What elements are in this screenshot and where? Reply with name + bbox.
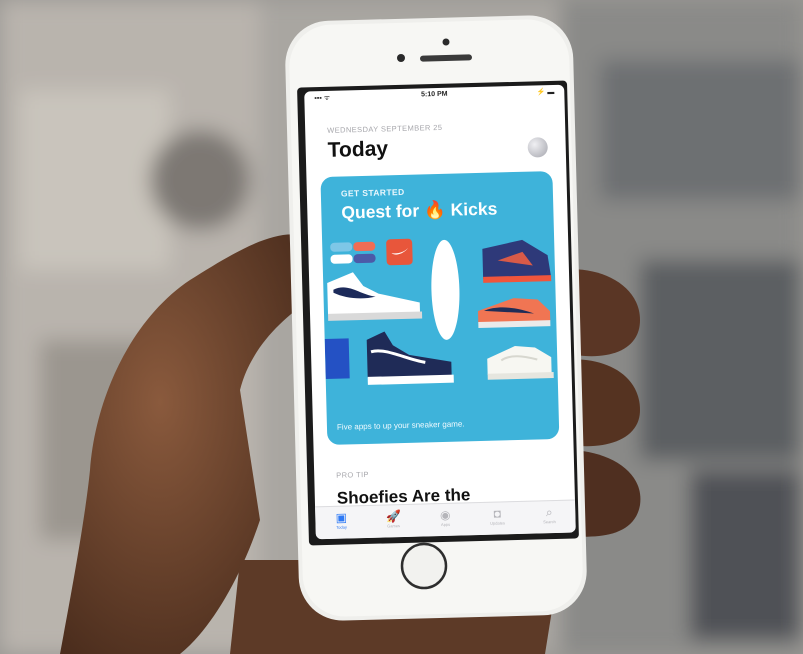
next-story-eyebrow: PRO TIP xyxy=(336,469,370,480)
tab-today-label: Today xyxy=(336,524,348,530)
app-icon-stickers xyxy=(330,241,376,264)
tab-apps[interactable]: ◉ Apps xyxy=(430,508,461,533)
tab-today[interactable]: ▣ Today xyxy=(326,510,357,535)
nike-box-icon xyxy=(386,238,413,266)
card-eyebrow: GET STARTED xyxy=(340,186,405,199)
sneaker-illustration xyxy=(324,238,554,385)
battery-icon: ⚡ ▬ xyxy=(536,88,555,97)
updates-icon: ◘ xyxy=(493,506,502,521)
card-caption: Five apps to up your sneaker game. xyxy=(336,419,465,432)
tab-games[interactable]: 🚀 Games xyxy=(378,509,409,534)
featured-story-card[interactable]: GET STARTED Quest for 🔥 Kicks Five apps … xyxy=(320,171,560,445)
sneaker-checkered-high xyxy=(366,331,454,385)
blue-sticker xyxy=(324,338,350,380)
phone-screen: ▪▪▪ ᯤ 5:10 PM ⚡ ▬ WEDNESDAY SEPTEMBER 25… xyxy=(304,84,576,540)
card-title-start: Quest for xyxy=(341,200,425,223)
tab-search-label: Search xyxy=(543,519,556,525)
status-time: 5:10 PM xyxy=(420,90,448,99)
apps-icon: ◉ xyxy=(439,507,451,523)
tab-search[interactable]: ⌕ Search xyxy=(534,505,565,530)
card-title: Quest for 🔥 Kicks xyxy=(341,198,498,223)
page-title: Today xyxy=(327,137,389,162)
tab-apps-label: Apps xyxy=(440,521,451,528)
search-icon: ⌕ xyxy=(545,505,553,520)
card-title-end: Kicks xyxy=(445,198,498,220)
tab-updates-label: Updates xyxy=(490,520,506,526)
tab-games-label: Games xyxy=(387,523,401,529)
insole-shape xyxy=(431,239,460,340)
sneaker-high-top-white xyxy=(327,272,423,321)
tab-updates[interactable]: ◘ Updates xyxy=(482,506,513,531)
fire-icon: 🔥 xyxy=(423,199,447,221)
sneaker-orange-low xyxy=(477,298,551,328)
games-icon: 🚀 xyxy=(385,509,401,524)
today-icon: ▣ xyxy=(335,510,348,525)
date-label: WEDNESDAY SEPTEMBER 25 xyxy=(327,122,443,135)
tab-bar: ▣ Today 🚀 Games ◉ Apps ◘ Updates ⌕ Searc… xyxy=(315,499,576,540)
sneaker-navy-red xyxy=(482,239,552,283)
account-avatar[interactable] xyxy=(527,137,548,158)
sneaker-white-low xyxy=(487,346,554,380)
